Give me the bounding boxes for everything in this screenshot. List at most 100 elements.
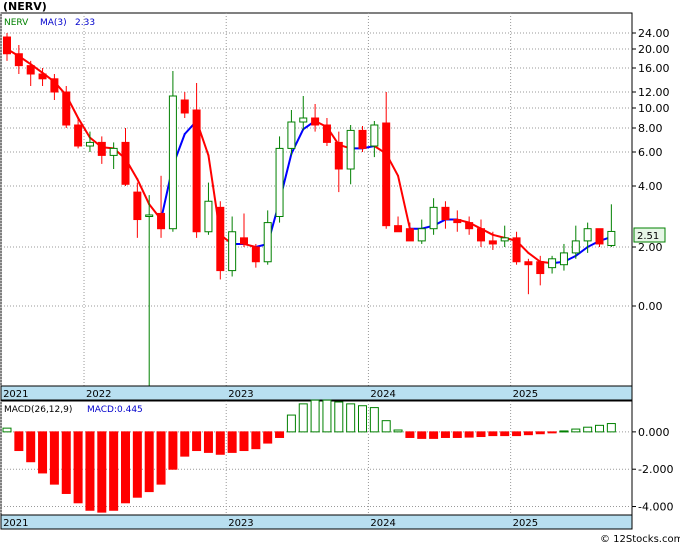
candle-body xyxy=(157,212,166,230)
macd-tick-label: 0.000 xyxy=(638,426,670,439)
macd-bar xyxy=(606,423,616,433)
price-tick-label: 16.00 xyxy=(638,62,670,75)
macd-bar xyxy=(512,431,522,437)
macd-bar xyxy=(464,431,474,438)
price-tick-label: 4.00 xyxy=(638,180,663,193)
candle-body xyxy=(3,36,11,55)
date-tick-label: 2021 xyxy=(3,389,28,400)
macd-bar xyxy=(2,427,12,433)
price-tick-label: 24.00 xyxy=(638,27,670,40)
candle-body xyxy=(287,121,296,149)
candle-body xyxy=(109,147,118,156)
candle-body xyxy=(595,228,604,245)
price-panel xyxy=(0,12,633,387)
macd-bar xyxy=(452,431,462,438)
candle-body xyxy=(216,206,225,272)
macd-value: MACD:0.445 xyxy=(87,405,143,415)
macd-bar xyxy=(275,431,285,438)
candle-body xyxy=(417,228,426,242)
candle-body xyxy=(524,261,533,266)
date-tick-label: 2024 xyxy=(370,389,395,400)
macd-bar xyxy=(180,431,190,457)
macd-bar xyxy=(369,407,379,433)
candle-body xyxy=(133,191,142,221)
candle-body xyxy=(263,222,272,263)
macd-bar xyxy=(121,431,130,504)
candle-body xyxy=(334,141,343,170)
macd-bar xyxy=(405,431,415,438)
legend-ma-label: MA(3) xyxy=(40,18,67,28)
candle-body xyxy=(512,237,521,263)
legend-ma-value: 2.33 xyxy=(75,18,95,28)
macd-label: MACD(26,12,9) xyxy=(4,405,72,415)
price-tick-label: 6.00 xyxy=(638,146,663,159)
candle-body xyxy=(346,129,355,170)
macd-bar xyxy=(440,431,450,438)
macd-bar xyxy=(535,431,545,435)
macd-date-tick-label: 2025 xyxy=(513,518,538,529)
candle-body xyxy=(275,147,284,217)
ma-segment xyxy=(397,174,411,230)
candle-body xyxy=(62,91,71,126)
macd-bar xyxy=(38,431,48,474)
price-tick-label: 0.00 xyxy=(638,300,663,313)
macd-bar xyxy=(239,431,249,452)
candle-body xyxy=(548,258,557,269)
macd-bar xyxy=(168,431,178,470)
ticker-title: (NERV) xyxy=(3,0,47,13)
candle-body xyxy=(204,200,213,233)
macd-bar xyxy=(286,414,296,433)
candle-body xyxy=(536,261,545,275)
watermark: © 12Stocks.com xyxy=(600,534,680,545)
candle-body xyxy=(145,214,154,218)
candle-body xyxy=(299,117,308,123)
candle-body xyxy=(192,109,201,233)
stock-chart: (NERV) NERV MA(3) 2.33 24.00 20.00 16.00 12… xyxy=(0,0,680,545)
macd-bar xyxy=(14,431,24,452)
macd-bar xyxy=(500,431,510,437)
macd-tick-label: -2.000 xyxy=(638,463,673,476)
macd-bar xyxy=(263,431,273,444)
candle-body xyxy=(228,231,237,272)
candle-body xyxy=(571,240,580,254)
legend-symbol: NERV xyxy=(4,18,29,28)
ma-segment xyxy=(527,251,542,263)
candle-body xyxy=(394,225,403,233)
macd-bar xyxy=(132,431,142,498)
macd-bar xyxy=(417,431,427,439)
macd-bar xyxy=(310,399,320,433)
macd-bar xyxy=(26,431,36,463)
candle-body xyxy=(74,124,83,147)
candle-body xyxy=(180,99,189,114)
date-tick-label: 2025 xyxy=(513,389,538,400)
candle-body xyxy=(322,124,331,143)
candlesticks xyxy=(3,33,616,386)
price-tick-label: 10.00 xyxy=(638,102,670,115)
macd-bar xyxy=(334,401,344,433)
macd-bar xyxy=(571,428,581,433)
candle-body xyxy=(97,141,106,156)
macd-bar xyxy=(97,431,107,513)
macd-bar xyxy=(85,431,95,511)
macd-bar xyxy=(547,431,557,434)
macd-bar xyxy=(298,403,308,433)
candle-body xyxy=(14,53,23,67)
price-grid xyxy=(0,13,632,386)
macd-bar xyxy=(595,424,604,433)
candle-body xyxy=(405,228,414,242)
macd-bar xyxy=(192,431,202,452)
macd-bar xyxy=(358,405,367,433)
candle-body xyxy=(488,240,497,245)
macd-date-tick-label: 2023 xyxy=(228,518,253,529)
candle-body xyxy=(358,129,367,149)
candle-body xyxy=(477,228,485,242)
candle-body xyxy=(465,222,474,230)
candle-body xyxy=(453,219,462,224)
macd-bar xyxy=(429,431,439,439)
macd-axis: 0.000 -2.000 -4.000 xyxy=(632,426,673,514)
macd-bar xyxy=(156,431,166,485)
macd-bar xyxy=(488,431,498,437)
candle-body xyxy=(251,246,260,263)
candle-body xyxy=(382,122,391,227)
candle-body xyxy=(121,141,130,185)
